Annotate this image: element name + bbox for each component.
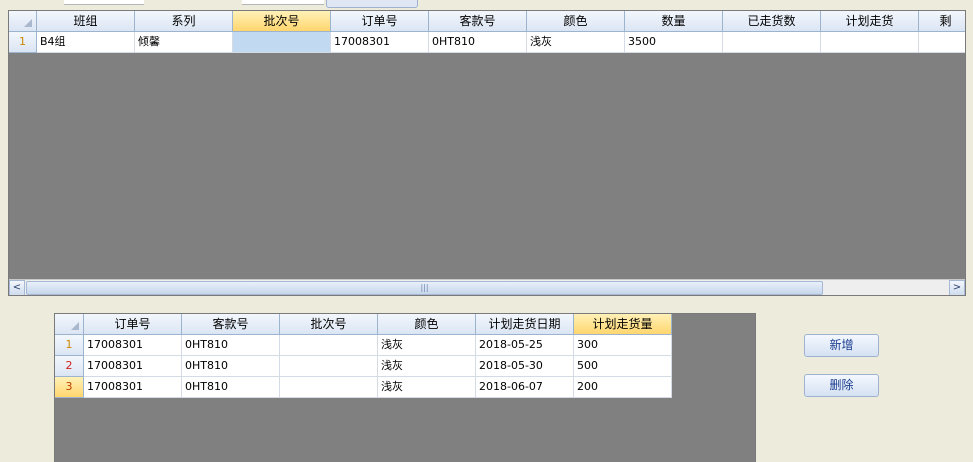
top-filter-input[interactable] (64, 0, 144, 5)
column-header-series[interactable]: 系列 (135, 11, 233, 32)
add-button[interactable]: 新增 (804, 334, 879, 357)
column-header-color[interactable]: 颜色 (378, 314, 476, 335)
cell-planned-ship[interactable] (821, 32, 919, 53)
table-row[interactable]: 1 17008301 0HT810 浅灰 2018-05-25 300 (55, 335, 672, 356)
cell-order-no[interactable]: 17008301 (84, 377, 182, 398)
column-header-shipped-qty[interactable]: 已走货数 (723, 11, 821, 32)
row-number[interactable]: 1 (55, 335, 84, 356)
select-all-corner[interactable] (55, 314, 84, 335)
column-header-remaining[interactable]: 剩 (919, 11, 965, 32)
cell-style-no[interactable]: 0HT810 (429, 32, 527, 53)
column-header-plan-date[interactable]: 计划走货日期 (476, 314, 574, 335)
column-header-style-no[interactable]: 客款号 (429, 11, 527, 32)
table-row[interactable]: 2 17008301 0HT810 浅灰 2018-05-30 500 (55, 356, 672, 377)
cell-quantity[interactable]: 3500 (625, 32, 723, 53)
cell-color[interactable]: 浅灰 (378, 356, 476, 377)
top-query-button[interactable] (326, 0, 418, 8)
cell-plan-date[interactable]: 2018-06-07 (476, 377, 574, 398)
cell-plan-qty[interactable]: 200 (574, 377, 672, 398)
cell-order-no[interactable]: 17008301 (331, 32, 429, 53)
column-header-color[interactable]: 颜色 (527, 11, 625, 32)
shipment-plan-grid-header: 订单号 客款号 批次号 颜色 计划走货日期 计划走货量 (55, 314, 672, 335)
order-grid: 班组 系列 批次号 订单号 客款号 颜色 数量 已走货数 计划走货 剩 1 B4… (8, 10, 966, 296)
top-filter-input-2[interactable] (242, 0, 324, 5)
cell-order-no[interactable]: 17008301 (84, 356, 182, 377)
cell-batch[interactable] (233, 32, 331, 53)
scrollbar-thumb[interactable]: ||| (26, 281, 823, 295)
cell-color[interactable]: 浅灰 (378, 377, 476, 398)
select-all-corner[interactable] (9, 11, 37, 32)
cell-shipped-qty[interactable] (723, 32, 821, 53)
column-header-order-no[interactable]: 订单号 (84, 314, 182, 335)
cell-style-no[interactable]: 0HT810 (182, 356, 280, 377)
cell-style-no[interactable]: 0HT810 (182, 377, 280, 398)
row-number[interactable]: 2 (55, 356, 84, 377)
top-toolbar-strip (0, 0, 973, 10)
cell-style-no[interactable]: 0HT810 (182, 335, 280, 356)
cell-plan-qty[interactable]: 500 (574, 356, 672, 377)
shipment-plan-grid: 订单号 客款号 批次号 颜色 计划走货日期 计划走货量 1 17008301 0… (54, 313, 756, 462)
delete-button[interactable]: 删除 (804, 374, 879, 397)
scroll-right-arrow-icon[interactable]: > (949, 280, 965, 295)
cell-order-no[interactable]: 17008301 (84, 335, 182, 356)
table-row[interactable]: 3 17008301 0HT810 浅灰 2018-06-07 200 (55, 377, 672, 398)
cell-series[interactable]: 倾馨 (135, 32, 233, 53)
column-header-batch[interactable]: 批次号 (233, 11, 331, 32)
table-row[interactable]: 1 B4组 倾馨 17008301 0HT810 浅灰 3500 (9, 32, 965, 53)
column-header-style-no[interactable]: 客款号 (182, 314, 280, 335)
column-header-batch[interactable]: 批次号 (280, 314, 378, 335)
row-number[interactable]: 3 (55, 377, 84, 398)
column-header-quantity[interactable]: 数量 (625, 11, 723, 32)
cell-batch[interactable] (280, 377, 378, 398)
cell-remaining[interactable] (919, 32, 965, 53)
cell-color[interactable]: 浅灰 (527, 32, 625, 53)
cell-plan-date[interactable]: 2018-05-25 (476, 335, 574, 356)
horizontal-scrollbar[interactable]: < ||| > (9, 279, 965, 295)
column-header-plan-qty[interactable]: 计划走货量 (574, 314, 672, 335)
scrollbar-grip-icon: ||| (420, 283, 429, 292)
cell-color[interactable]: 浅灰 (378, 335, 476, 356)
cell-plan-qty[interactable]: 300 (574, 335, 672, 356)
order-grid-header: 班组 系列 批次号 订单号 客款号 颜色 数量 已走货数 计划走货 剩 (9, 11, 965, 32)
column-header-team[interactable]: 班组 (37, 11, 135, 32)
cell-team[interactable]: B4组 (37, 32, 135, 53)
scroll-left-arrow-icon[interactable]: < (9, 280, 25, 295)
cell-batch[interactable] (280, 335, 378, 356)
cell-plan-date[interactable]: 2018-05-30 (476, 356, 574, 377)
column-header-order-no[interactable]: 订单号 (331, 11, 429, 32)
column-header-planned-ship[interactable]: 计划走货 (821, 11, 919, 32)
row-number[interactable]: 1 (9, 32, 37, 53)
cell-batch[interactable] (280, 356, 378, 377)
